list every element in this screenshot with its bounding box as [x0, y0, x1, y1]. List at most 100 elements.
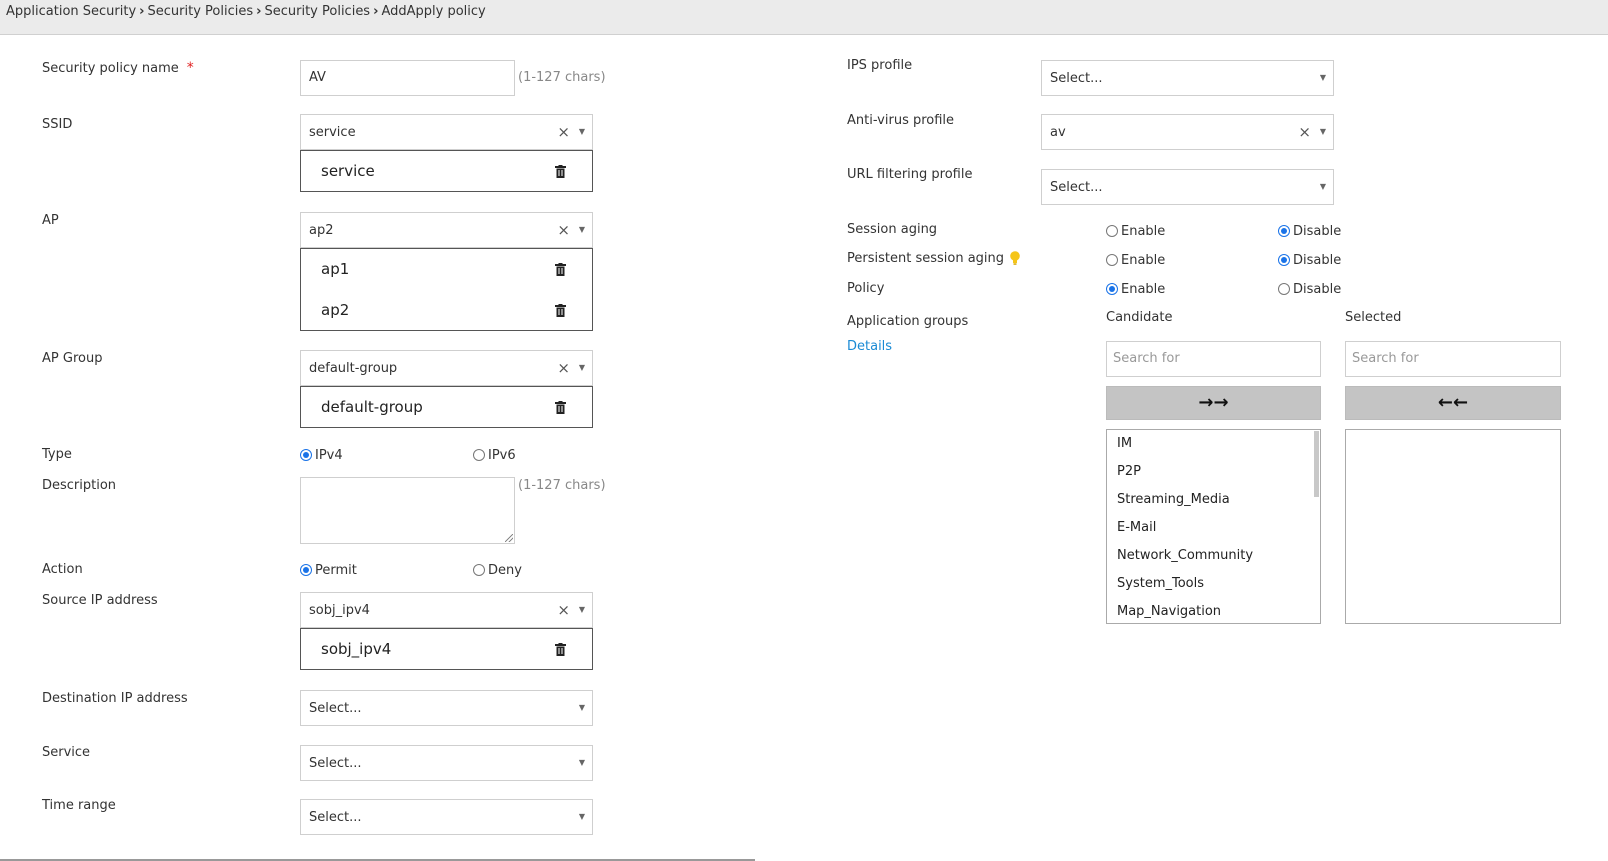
- caret-down-icon[interactable]: ▼: [579, 115, 585, 149]
- policy-name-label: Security policy name *: [42, 60, 194, 76]
- destination-ip-placeholder: Select...: [309, 701, 362, 716]
- resize-handle-icon[interactable]: [505, 534, 513, 542]
- persistent-session-aging-disable-label: Disable: [1293, 253, 1342, 268]
- persistent-session-aging-label-text: Persistent session aging: [847, 251, 1005, 266]
- radio-checked-icon: [1278, 225, 1290, 237]
- clear-icon[interactable]: ×: [557, 115, 570, 149]
- ips-profile-select[interactable]: Select... ▼: [1041, 60, 1334, 96]
- ssid-select[interactable]: service × ▼: [300, 114, 593, 150]
- caret-down-icon[interactable]: ▼: [1320, 61, 1326, 95]
- ap-group-select[interactable]: default-group × ▼: [300, 350, 593, 386]
- session-aging-enable-radio[interactable]: Enable: [1106, 224, 1165, 239]
- persistent-session-aging-enable-label: Enable: [1121, 253, 1166, 268]
- action-deny-radio[interactable]: Deny: [473, 563, 522, 578]
- service-select[interactable]: Select... ▼: [300, 745, 593, 781]
- list-item[interactable]: IM: [1107, 430, 1320, 458]
- caret-down-icon[interactable]: ▼: [579, 213, 585, 247]
- breadcrumb-item-application-security[interactable]: Application Security: [6, 4, 136, 19]
- source-ip-select[interactable]: sobj_ipv4 × ▼: [300, 592, 593, 628]
- selected-list[interactable]: [1345, 429, 1561, 624]
- policy-name-hint: (1-127 chars): [518, 70, 606, 85]
- source-ip-label: Source IP address: [42, 593, 158, 608]
- session-aging-disable-radio[interactable]: Disable: [1278, 224, 1341, 239]
- persistent-session-aging-disable-radio[interactable]: Disable: [1278, 253, 1341, 268]
- list-item[interactable]: Network_Community: [1107, 542, 1320, 570]
- caret-down-icon[interactable]: ▼: [1320, 115, 1326, 149]
- double-arrow-left-icon: ←←: [1437, 392, 1469, 413]
- clear-icon[interactable]: ×: [1298, 115, 1311, 149]
- trash-icon[interactable]: [555, 643, 566, 656]
- action-permit-radio[interactable]: Permit: [300, 563, 357, 578]
- ssid-selected-item: service: [301, 151, 592, 192]
- radio-checked-icon: [300, 449, 312, 461]
- type-ipv6-label: IPv6: [488, 448, 516, 463]
- remove-from-selected-button[interactable]: ←←: [1345, 386, 1561, 420]
- caret-down-icon[interactable]: ▼: [579, 800, 585, 834]
- antivirus-profile-select[interactable]: av × ▼: [1041, 114, 1334, 150]
- selected-search-input[interactable]: Search for: [1345, 341, 1561, 377]
- candidate-search-input[interactable]: Search for: [1106, 341, 1321, 377]
- list-item[interactable]: System_Tools: [1107, 570, 1320, 598]
- caret-down-icon[interactable]: ▼: [579, 593, 585, 627]
- list-item[interactable]: P2P: [1107, 458, 1320, 486]
- ssid-selected-list: service: [300, 150, 593, 192]
- list-item[interactable]: Map_Navigation: [1107, 598, 1320, 623]
- policy-name-input[interactable]: AV: [300, 60, 515, 96]
- caret-down-icon[interactable]: ▼: [1320, 170, 1326, 204]
- policy-disable-radio[interactable]: Disable: [1278, 282, 1341, 297]
- list-item[interactable]: Streaming_Media: [1107, 486, 1320, 514]
- caret-down-icon[interactable]: ▼: [579, 351, 585, 385]
- type-label: Type: [42, 447, 72, 462]
- url-filtering-profile-placeholder: Select...: [1050, 180, 1103, 195]
- application-groups-label: Application groups: [847, 314, 969, 329]
- clear-icon[interactable]: ×: [557, 593, 570, 627]
- ssid-selected-item-label: service: [321, 162, 375, 180]
- breadcrumb: Application Security › Security Policies › S…: [6, 4, 486, 19]
- url-filtering-profile-select[interactable]: Select... ▼: [1041, 169, 1334, 205]
- lightbulb-icon[interactable]: [1010, 251, 1020, 265]
- list-item[interactable]: E-Mail: [1107, 514, 1320, 542]
- ap-select[interactable]: ap2 × ▼: [300, 212, 593, 248]
- caret-down-icon[interactable]: ▼: [579, 746, 585, 780]
- radio-unchecked-icon: [1106, 254, 1118, 266]
- scrollbar-thumb[interactable]: [1314, 431, 1319, 497]
- time-range-select[interactable]: Select... ▼: [300, 799, 593, 835]
- breadcrumb-item-security-policies[interactable]: Security Policies: [148, 4, 254, 19]
- session-aging-disable-label: Disable: [1293, 224, 1342, 239]
- description-hint: (1-127 chars): [518, 478, 606, 493]
- clear-icon[interactable]: ×: [557, 351, 570, 385]
- radio-unchecked-icon: [473, 564, 485, 576]
- type-ipv6-radio[interactable]: IPv6: [473, 448, 516, 463]
- description-textarea[interactable]: [300, 477, 515, 544]
- breadcrumb-item-security-policies-2[interactable]: Security Policies: [264, 4, 370, 19]
- caret-down-icon[interactable]: ▼: [579, 691, 585, 725]
- ap-select-value: ap2: [309, 223, 334, 238]
- ips-profile-label: IPS profile: [847, 58, 913, 73]
- trash-icon[interactable]: [555, 304, 566, 317]
- antivirus-profile-label: Anti-virus profile: [847, 113, 955, 128]
- ap-group-select-value: default-group: [309, 361, 398, 376]
- persistent-session-aging-enable-radio[interactable]: Enable: [1106, 253, 1165, 268]
- trash-icon[interactable]: [555, 263, 566, 276]
- clear-icon[interactable]: ×: [557, 213, 570, 247]
- radio-checked-icon: [300, 564, 312, 576]
- service-placeholder: Select...: [309, 756, 362, 771]
- ap-selected-item-label: ap1: [321, 260, 350, 278]
- type-ipv4-label: IPv4: [315, 448, 343, 463]
- time-range-placeholder: Select...: [309, 810, 362, 825]
- breadcrumb-bar: Application Security › Security Policies › S…: [0, 0, 1608, 35]
- ap-selected-list: ap1 ap2: [300, 248, 593, 331]
- url-filtering-profile-label: URL filtering profile: [847, 167, 973, 182]
- ap-group-selected-list: default-group: [300, 386, 593, 428]
- service-label: Service: [42, 745, 91, 760]
- radio-unchecked-icon: [1278, 283, 1290, 295]
- trash-icon[interactable]: [555, 165, 566, 178]
- add-to-selected-button[interactable]: →→: [1106, 386, 1321, 420]
- destination-ip-select[interactable]: Select... ▼: [300, 690, 593, 726]
- trash-icon[interactable]: [555, 401, 566, 414]
- details-link[interactable]: Details: [847, 339, 892, 354]
- ap-group-selected-item: default-group: [301, 387, 592, 428]
- candidate-list[interactable]: IM P2P Streaming_Media E-Mail Network_Co…: [1106, 429, 1321, 624]
- type-ipv4-radio[interactable]: IPv4: [300, 448, 343, 463]
- policy-enable-radio[interactable]: Enable: [1106, 282, 1165, 297]
